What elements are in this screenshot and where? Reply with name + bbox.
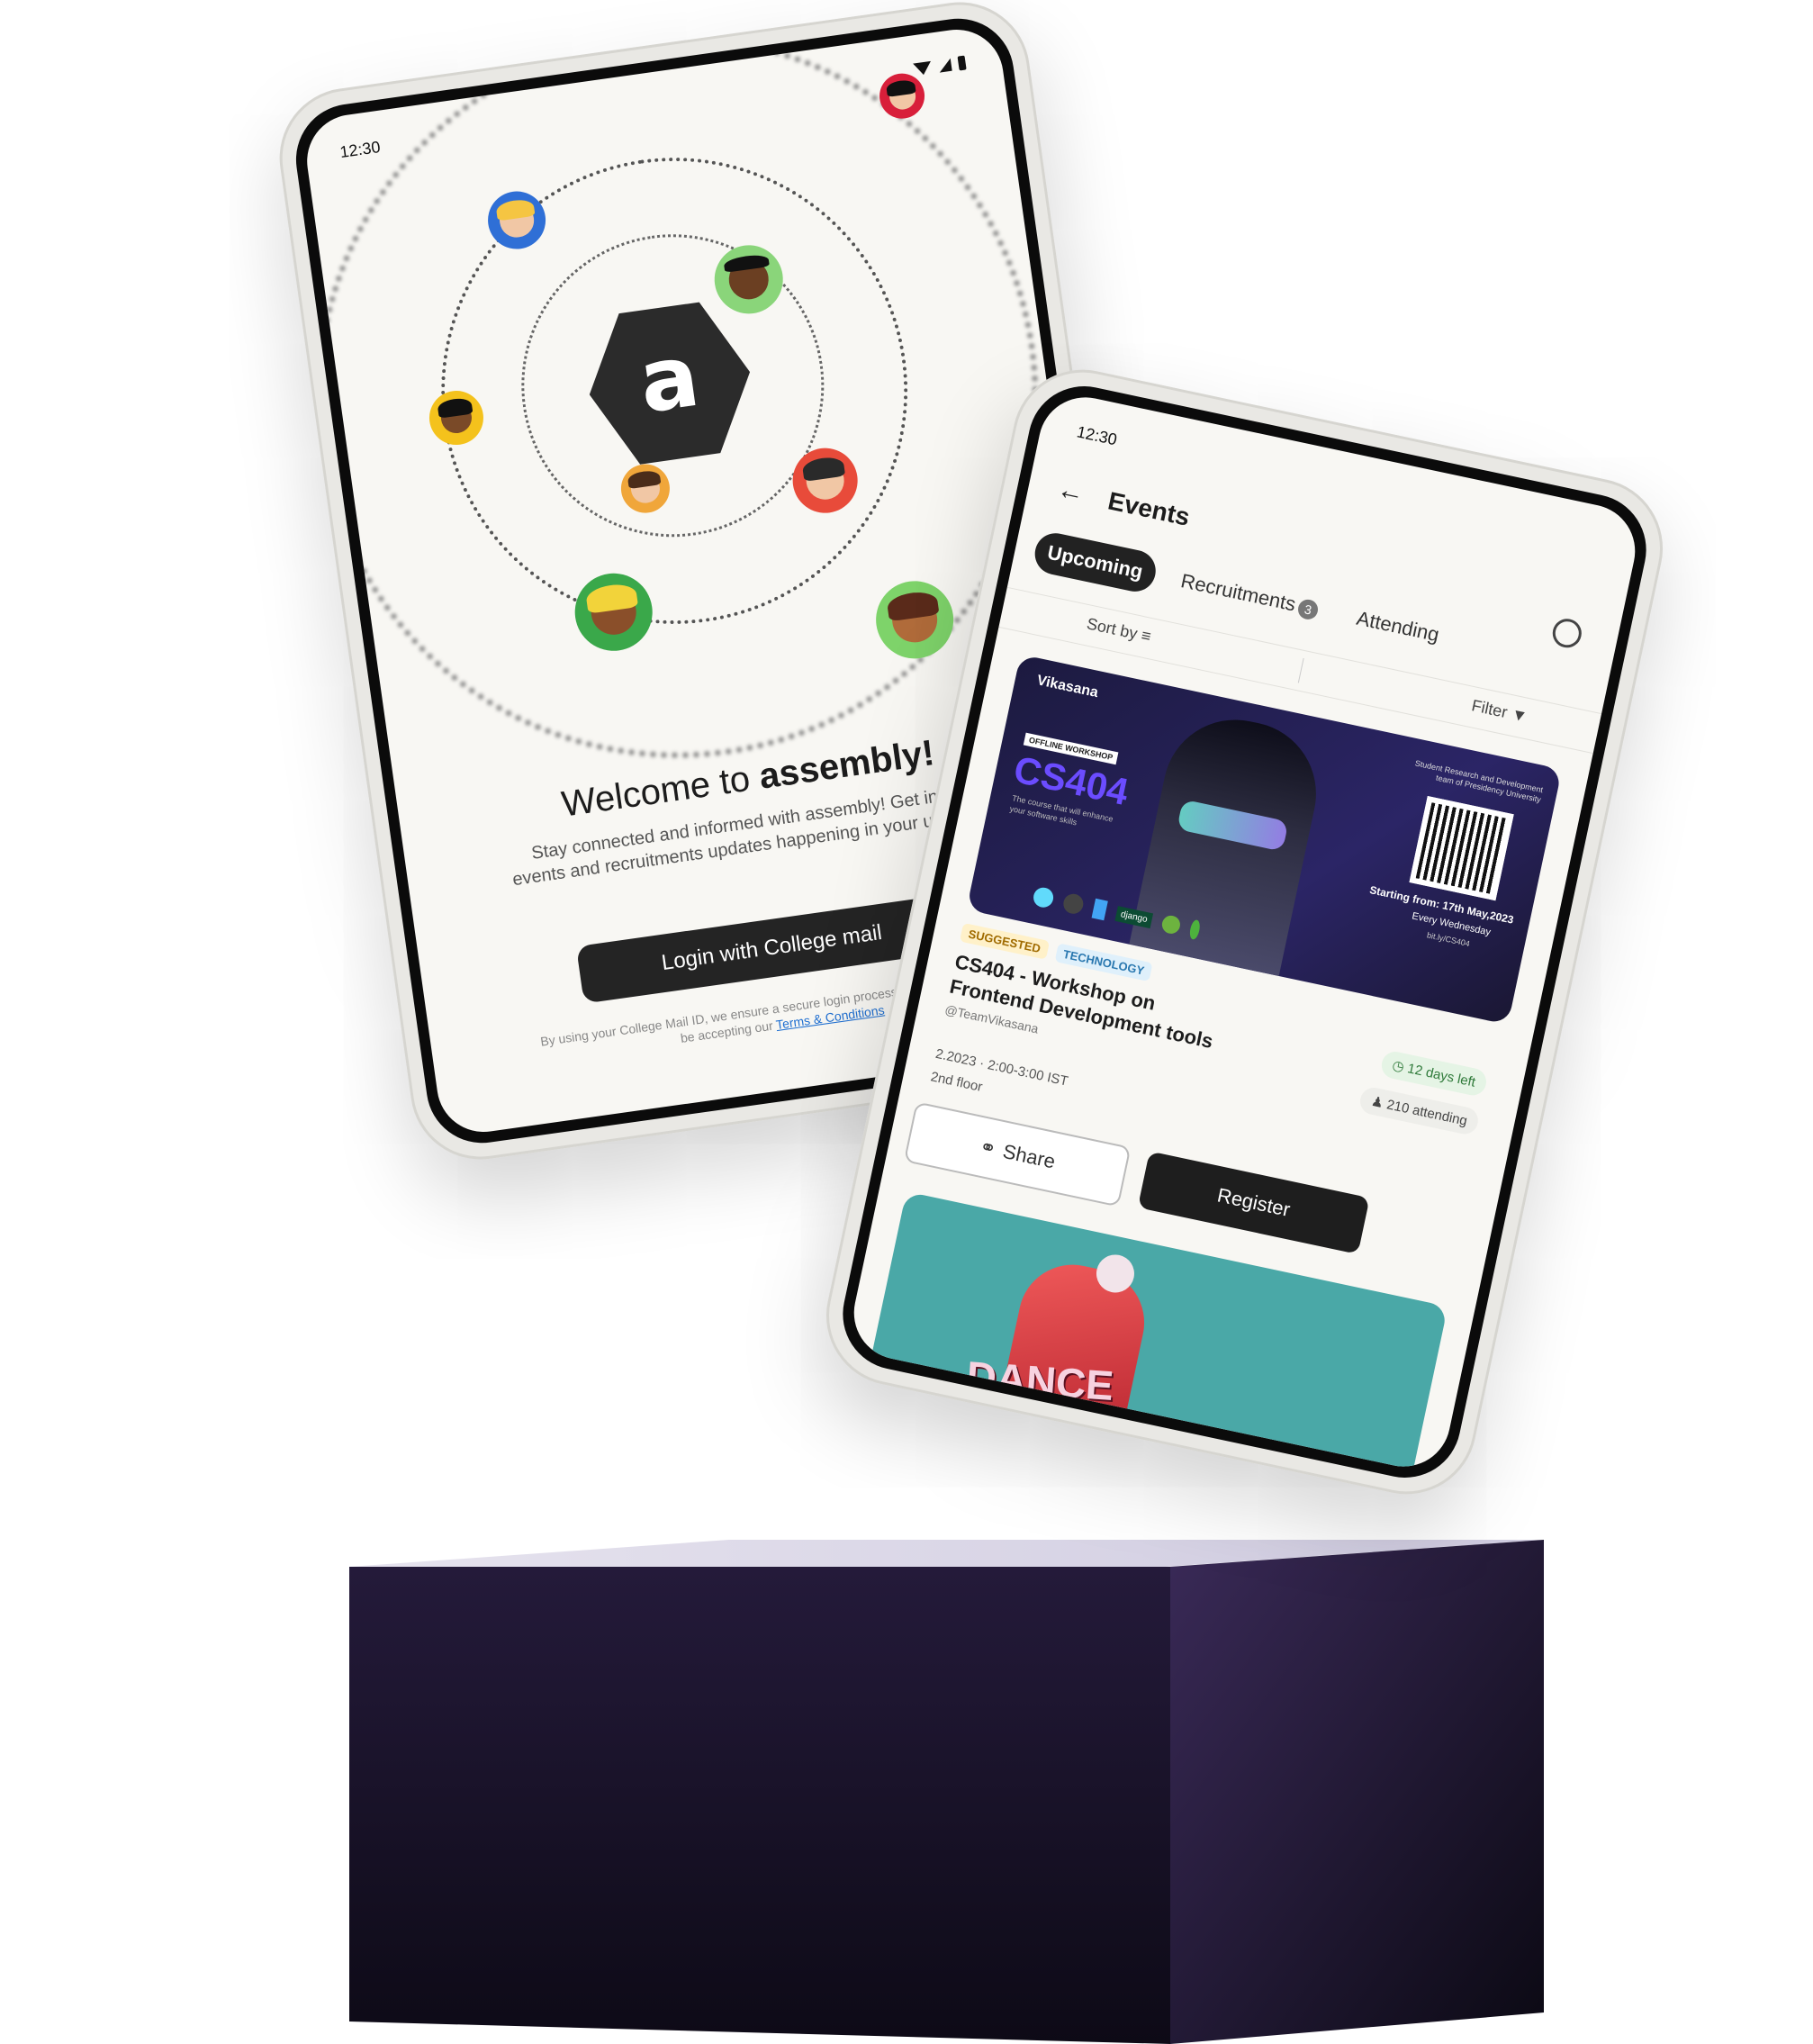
status-icons <box>913 55 967 77</box>
poster-link: bit.ly/CS404 <box>1426 930 1471 949</box>
days-left-pill: ◷ 12 days left <box>1379 1049 1489 1099</box>
divider <box>1297 657 1304 683</box>
django-icon: django <box>1114 905 1154 928</box>
battery-icon <box>957 55 967 71</box>
share-button[interactable]: ⚭ Share <box>903 1101 1132 1207</box>
people-icon: ♟ <box>1369 1093 1385 1112</box>
poster-character <box>1129 706 1330 977</box>
wifi-icon <box>913 60 933 77</box>
flutter-icon <box>1091 898 1108 921</box>
status-time: 12:30 <box>338 137 382 162</box>
tab-upcoming[interactable]: Upcoming <box>1031 529 1159 596</box>
sort-button[interactable]: Sort by ≡ <box>1085 614 1152 647</box>
qr-code <box>1409 795 1514 901</box>
nextjs-icon <box>1061 891 1086 916</box>
poster-org: Vikasana <box>1035 673 1100 701</box>
signal-icon <box>937 58 952 73</box>
sort-icon: ≡ <box>1140 626 1153 646</box>
second-poster-text: DANCE WITH ME <box>961 1352 1145 1452</box>
back-arrow-icon[interactable]: ← <box>1054 474 1087 509</box>
spring-icon <box>1160 914 1182 936</box>
share-icon: ⚭ <box>978 1135 999 1161</box>
react-icon <box>1032 885 1056 909</box>
page-title: Events <box>1105 486 1193 531</box>
podium <box>349 1540 1544 2044</box>
register-button[interactable]: Register <box>1137 1151 1370 1254</box>
filter-icon: ▼ <box>1510 704 1529 726</box>
recruitments-count-badge: 3 <box>1296 597 1321 621</box>
tab-attending[interactable]: Attending <box>1340 595 1456 658</box>
clock-icon: ◷ <box>1391 1057 1406 1075</box>
event-location: 2nd floor <box>929 1069 984 1096</box>
status-time: 12:30 <box>1075 422 1119 449</box>
filter-button[interactable]: Filter ▼ <box>1470 696 1529 727</box>
